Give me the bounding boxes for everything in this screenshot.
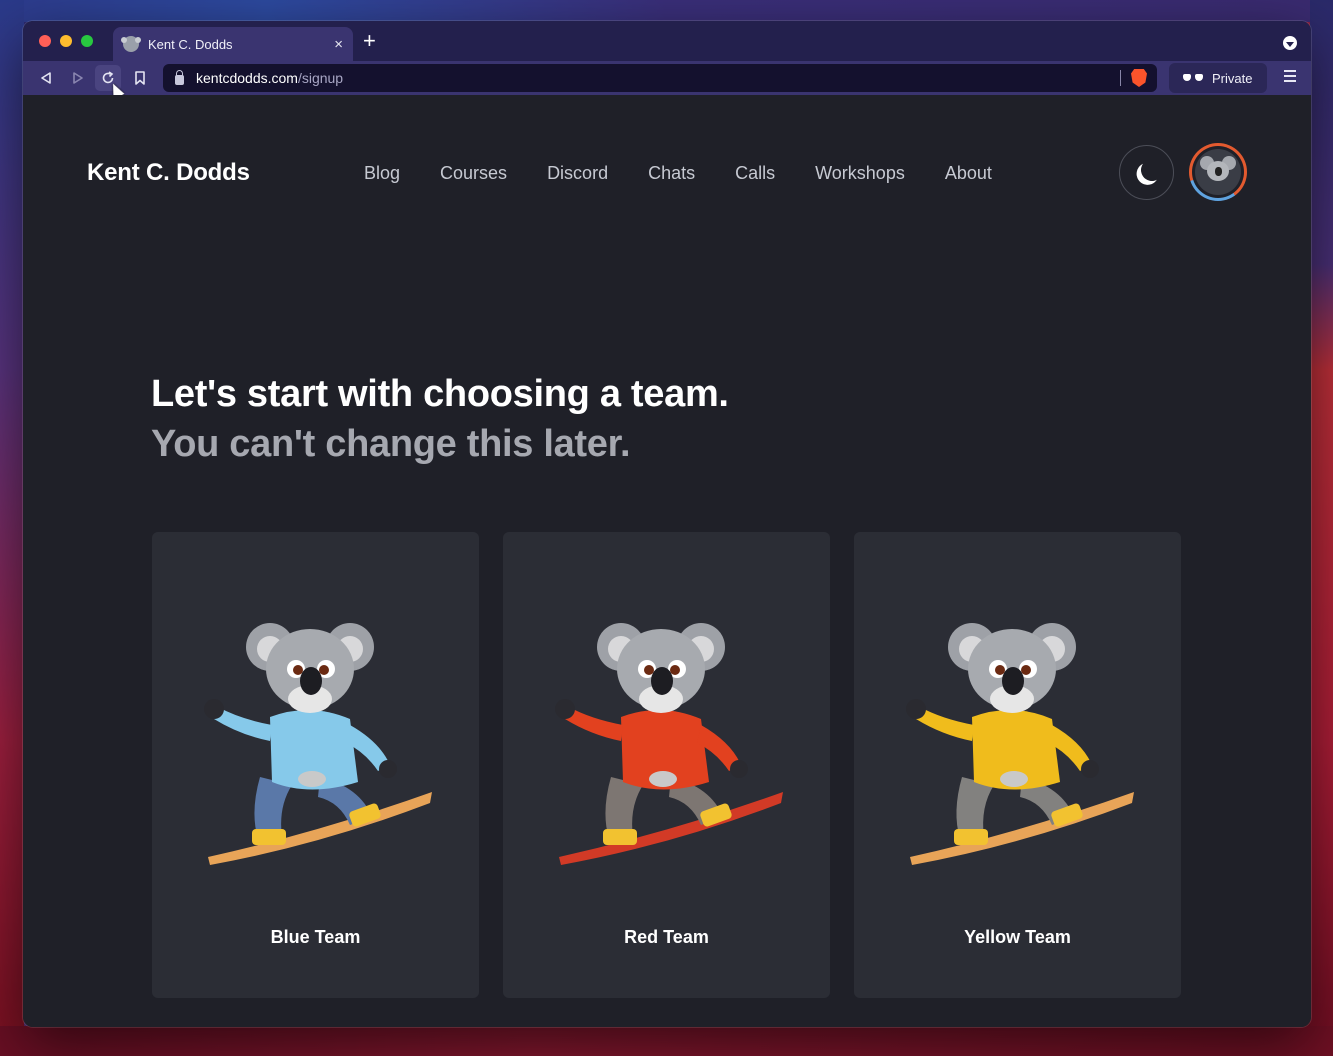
desktop-background-bottom: [0, 1026, 1333, 1056]
nav-link-chats[interactable]: Chats: [648, 163, 695, 184]
desktop-background-left: [0, 0, 24, 1056]
url-host: kentcdodds.com: [196, 70, 298, 86]
moon-icon: [1139, 157, 1164, 182]
desktop-background-right: [1310, 0, 1333, 1056]
team-cards: Blue Team Red Team Yellow Team: [152, 532, 1181, 998]
heading-line-2: You can't change this later.: [151, 423, 631, 465]
theme-toggle-button[interactable]: [1119, 145, 1174, 200]
team-card-red[interactable]: Red Team: [503, 532, 830, 998]
hamburger-icon[interactable]: [1284, 70, 1296, 82]
yellow-team-koala-illustration: [906, 623, 1134, 865]
minimize-window-button[interactable]: [60, 35, 72, 47]
site-menu: Blog Courses Discord Chats Calls Worksho…: [364, 163, 992, 184]
site-navbar: Kent C. Dodds Blog Courses Discord Chats…: [23, 95, 1311, 245]
blue-team-koala-illustration: [204, 623, 432, 865]
red-team-koala-illustration: [555, 623, 783, 865]
web-page: Kent C. Dodds Blog Courses Discord Chats…: [23, 95, 1311, 1027]
address-bar-divider: [1120, 70, 1121, 86]
brave-shields-icon[interactable]: [1131, 69, 1147, 87]
team-label: Blue Team: [270, 927, 361, 947]
private-window-indicator[interactable]: Private: [1169, 63, 1267, 93]
lock-icon: [175, 69, 184, 85]
browser-window: Kent C. Dodds × + kentcdodds.com/signup …: [23, 21, 1311, 1027]
back-icon: [41, 72, 51, 84]
team-card-blue[interactable]: Blue Team: [152, 532, 479, 998]
koala-favicon-icon: [121, 36, 141, 52]
new-tab-button[interactable]: +: [363, 30, 376, 52]
desktop-background-top: [0, 0, 1333, 22]
koala-avatar-icon: [1195, 149, 1241, 195]
team-card-yellow[interactable]: Yellow Team: [854, 532, 1181, 998]
nav-link-about[interactable]: About: [945, 163, 992, 184]
close-tab-icon[interactable]: ×: [334, 36, 343, 53]
forward-button[interactable]: [65, 65, 91, 91]
nav-link-workshops[interactable]: Workshops: [815, 163, 905, 184]
close-window-button[interactable]: [39, 35, 51, 47]
private-glasses-icon: [1183, 74, 1203, 82]
window-controls: [39, 35, 93, 47]
tab-list-dropdown-icon[interactable]: [1283, 36, 1297, 50]
team-label: Red Team: [624, 927, 709, 947]
url-path: /signup: [297, 70, 344, 86]
nav-link-courses[interactable]: Courses: [440, 163, 507, 184]
heading-line-1: Let's start with choosing a team.: [151, 373, 729, 415]
browser-titlebar: Kent C. Dodds × +: [23, 21, 1311, 61]
tab-title: Kent C. Dodds: [148, 36, 233, 52]
address-bar[interactable]: kentcdodds.com/signup: [163, 64, 1157, 92]
team-label: Yellow Team: [964, 927, 1071, 947]
forward-icon: [73, 72, 83, 84]
browser-tab[interactable]: Kent C. Dodds ×: [113, 27, 353, 61]
bookmark-button[interactable]: [127, 65, 153, 91]
maximize-window-button[interactable]: [81, 35, 93, 47]
page-heading: Let's start with choosing a team. You ca…: [151, 369, 729, 469]
site-logo[interactable]: Kent C. Dodds: [87, 159, 250, 187]
private-label: Private: [1212, 70, 1253, 86]
back-button[interactable]: [33, 65, 59, 91]
nav-link-blog[interactable]: Blog: [364, 163, 400, 184]
bookmark-icon: [135, 71, 145, 85]
nav-link-discord[interactable]: Discord: [547, 163, 608, 184]
nav-link-calls[interactable]: Calls: [735, 163, 775, 184]
browser-toolbar: kentcdodds.com/signup Private: [23, 61, 1311, 99]
user-avatar[interactable]: [1189, 143, 1247, 201]
